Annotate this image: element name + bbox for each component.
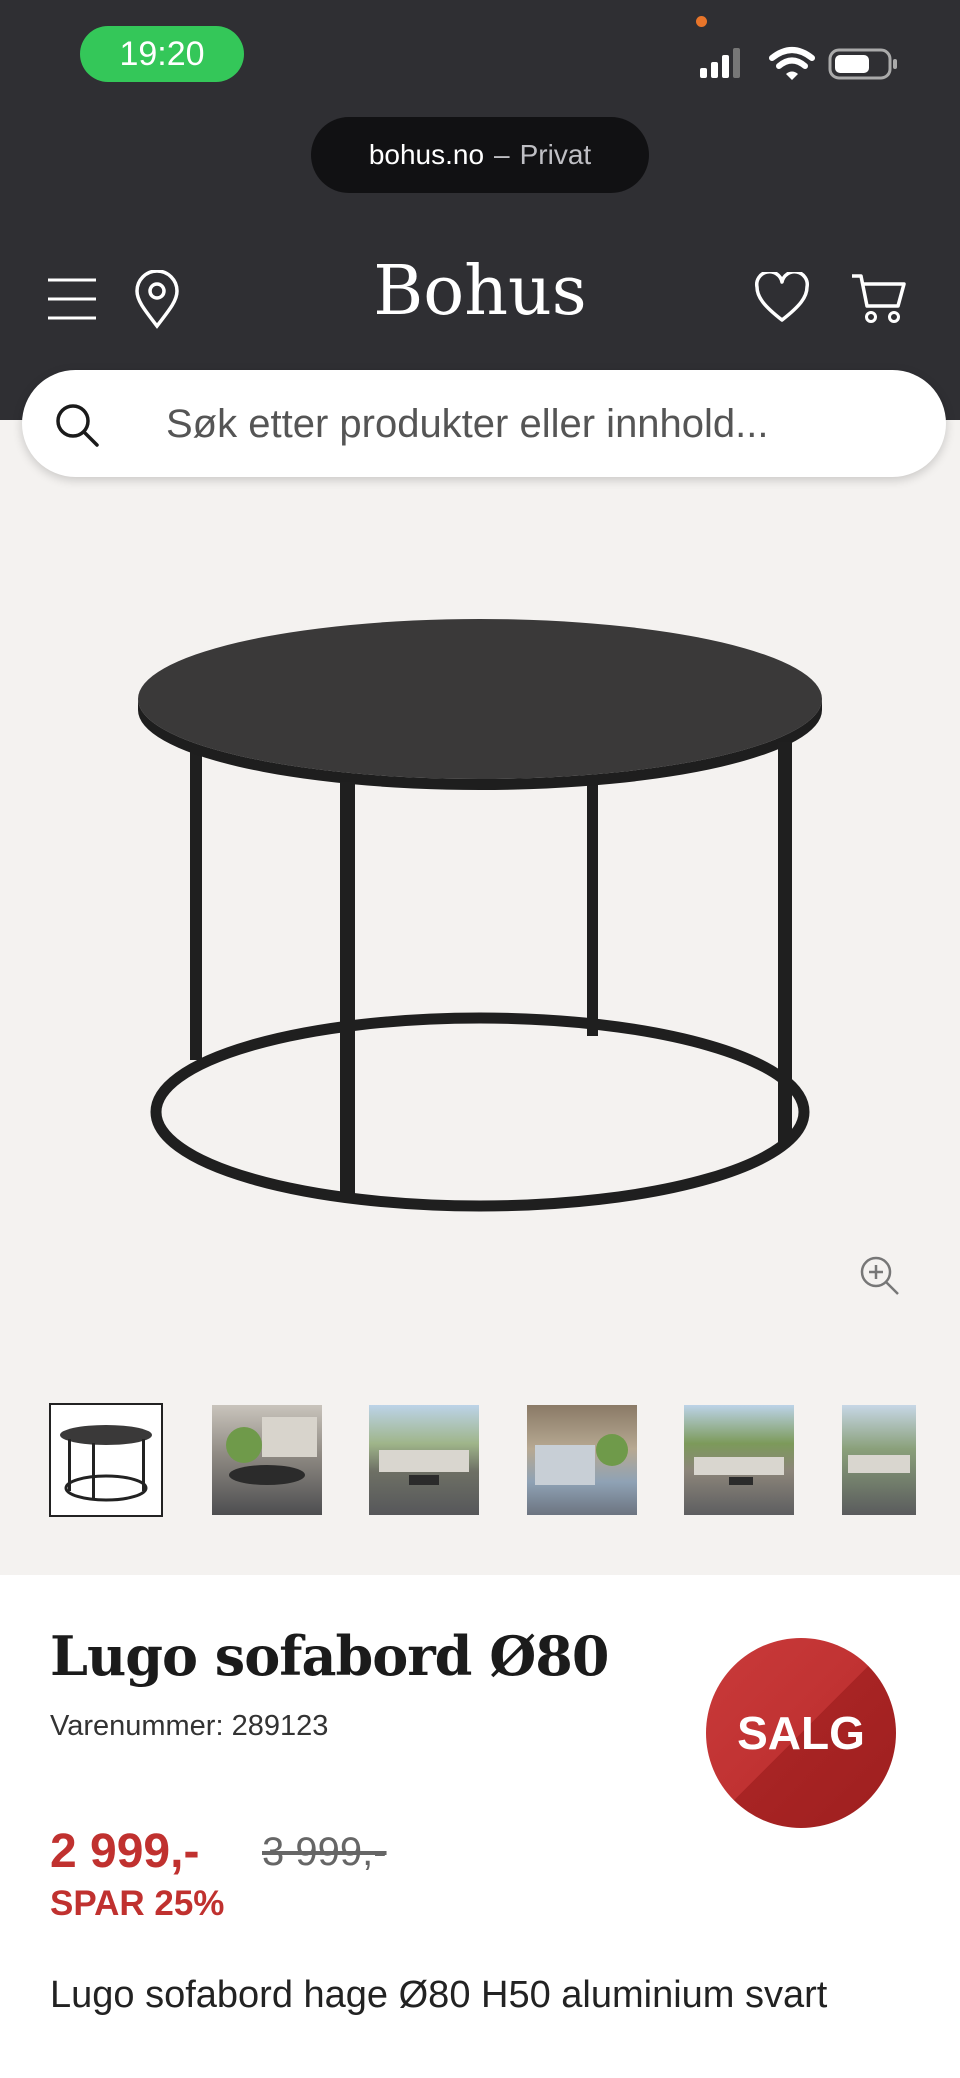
zoom-in-icon[interactable] <box>858 1254 902 1298</box>
url-bar[interactable]: bohus.no – Privat <box>311 117 649 193</box>
url-separator: – <box>494 139 510 170</box>
thumbnail-3[interactable] <box>369 1405 479 1515</box>
thumbnail-5[interactable] <box>684 1405 794 1515</box>
status-time: 19:20 <box>80 26 244 82</box>
battery-icon <box>828 48 897 80</box>
thumbnail-1[interactable] <box>49 1403 163 1517</box>
thumbnail-image <box>60 1425 152 1502</box>
private-mode-label: Privat <box>519 139 592 170</box>
thumbnail-2[interactable] <box>212 1405 322 1515</box>
product-sku: Varenummer: 289123 <box>50 1710 329 1742</box>
status-icons <box>700 47 897 80</box>
search-bar[interactable] <box>22 370 946 477</box>
current-price: 2 999,- <box>50 1825 200 1878</box>
sale-badge: SALG <box>706 1638 896 1828</box>
thumbnail-image <box>535 1434 628 1485</box>
search-icon <box>56 404 99 447</box>
original-price: 3 999,- <box>262 1830 387 1874</box>
product-image <box>138 619 822 1212</box>
product-title: Lugo sofabord Ø80 <box>50 1624 609 1688</box>
thumbnail-image <box>379 1450 469 1485</box>
thumbnail-6[interactable] <box>842 1405 916 1515</box>
thumbnail-image <box>226 1417 317 1485</box>
search-input[interactable] <box>164 384 908 464</box>
heart-icon[interactable] <box>754 272 810 324</box>
thumbnail-image <box>848 1455 910 1473</box>
product-description: Lugo sofabord hage Ø80 H50 aluminium sva… <box>50 1974 828 2016</box>
cart-icon[interactable] <box>850 272 908 326</box>
product-image-area[interactable] <box>0 420 960 1575</box>
recording-indicator <box>696 16 707 27</box>
thumbnail-image <box>694 1457 784 1485</box>
thumbnail-strip <box>0 1403 960 1525</box>
url-domain: bohus.no <box>368 139 485 170</box>
signal-icon <box>700 48 740 78</box>
savings-label: SPAR 25% <box>50 1884 225 1923</box>
brand-logo[interactable]: Bohus <box>0 252 960 331</box>
thumbnail-4[interactable] <box>527 1405 637 1515</box>
wifi-icon <box>769 47 815 80</box>
